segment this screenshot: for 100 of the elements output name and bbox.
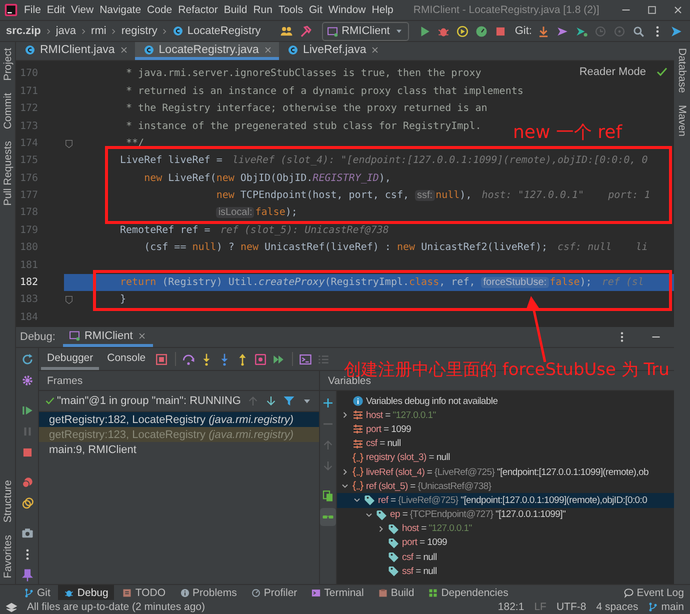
menu-item[interactable]: Code: [147, 4, 172, 16]
menu-item[interactable]: Edit: [46, 4, 66, 16]
menu-item[interactable]: View: [71, 4, 94, 16]
variable-row[interactable]: host = "127.0.0.1": [337, 522, 674, 536]
debug-session-tab[interactable]: RMIClient: [63, 327, 153, 347]
tool-window-button[interactable]: Dependencies: [422, 585, 514, 600]
branch-name[interactable]: main: [661, 601, 684, 613]
file-encoding[interactable]: UTF-8: [556, 601, 586, 613]
line-number: 181: [18, 260, 38, 271]
breadcrumb[interactable]: src.zip: [6, 25, 41, 37]
tool-window-tab[interactable]: Maven: [676, 98, 688, 142]
tool-window-button[interactable]: Profiler: [244, 585, 304, 600]
maximize-icon[interactable]: [646, 4, 658, 16]
tool-window-button[interactable]: Terminal: [305, 585, 370, 600]
line-number: 171: [18, 86, 38, 97]
field-tag-icon: [364, 494, 376, 506]
code-text: return (Registry) Util.createProxy(RegistryImpl.class, ref,: [120, 277, 476, 288]
close-icon[interactable]: [262, 44, 273, 55]
menu-item[interactable]: Build: [224, 4, 248, 16]
variable-entry: port = 1099: [402, 537, 448, 548]
tool-window-tab[interactable]: Pull Requests: [2, 134, 14, 212]
code-text: RemoteRef ref =: [120, 224, 210, 236]
reader-mode-label[interactable]: Reader Mode: [579, 66, 646, 78]
check-icon: [45, 396, 55, 406]
tool-window-tab[interactable]: Database: [676, 42, 688, 99]
tool-window-button[interactable]: Debug: [58, 585, 114, 600]
tool-window-button[interactable]: Git: [18, 585, 56, 600]
stack-frame[interactable]: getRegistry:182, LocateRegistry (java.rmi.registry): [39, 412, 319, 427]
local-variable-icon: [352, 480, 364, 492]
variable-row[interactable]: liveRef (slot_4) = {LiveRef@725} "[endpoint:[127.0.0.1:1099](remote),ob: [337, 464, 674, 480]
tool-window-button[interactable]: Build: [372, 585, 420, 600]
stack-frame[interactable]: main:9, RMIClient: [39, 442, 319, 457]
inline-value-hint: liveRef (slot_4): "[endpoint:[127.0.0.1:1099](remote),objID:[0:0:0, 0: [232, 155, 648, 166]
close-icon[interactable]: [136, 330, 147, 340]
code-text: **/: [125, 138, 144, 149]
close-icon[interactable]: [118, 44, 129, 55]
variable-row[interactable]: port = 1099: [337, 536, 674, 550]
code-text: false);: [255, 207, 298, 218]
editor-tab[interactable]: LocateRegistry.java: [134, 42, 279, 60]
debugger-tab[interactable]: Debugger: [41, 348, 100, 370]
fold-marker-icon[interactable]: [64, 295, 74, 306]
code-text: (csf == null) ? new UnicastRef(liveRef) : new UnicastRef2(liveRef);: [144, 242, 548, 254]
variable-entry: ref (slot_5) = {UnicastRef@738}: [366, 480, 492, 492]
variable-row[interactable]: ep = {TCPEndpoint@727} "[127.0.0.1:1099]": [337, 508, 674, 522]
variable-row[interactable]: csf = null: [337, 550, 674, 564]
menu-item[interactable]: File: [24, 4, 41, 16]
indent-setting[interactable]: 4 spaces: [596, 601, 638, 613]
line-number: 184: [18, 312, 38, 323]
line-number: 183: [18, 294, 38, 306]
menu-item[interactable]: Navigate: [100, 4, 142, 16]
variable-row[interactable]: registry (slot_3) = null: [337, 450, 674, 465]
variable-row[interactable]: Variables debug info not available: [337, 394, 674, 408]
menu-item[interactable]: Help: [372, 4, 394, 16]
thread-selector[interactable]: "main"@1 in group "main": RUNNING: [57, 395, 243, 407]
debugger-tab[interactable]: Console: [101, 348, 152, 370]
tool-window-button[interactable]: Problems: [174, 585, 243, 600]
field-tag-icon: [388, 551, 400, 564]
run-configuration-dropdown[interactable]: RMIClient: [322, 22, 409, 40]
branch-icon: [648, 602, 658, 612]
tool-window-tab[interactable]: Favorites: [2, 528, 14, 584]
breadcrumb[interactable]: registry: [121, 25, 158, 37]
editor-tab[interactable]: RMIClient.java: [16, 42, 135, 60]
breadcrumb[interactable]: java: [56, 25, 76, 37]
close-icon[interactable]: [672, 4, 684, 16]
event-log-button[interactable]: Event Log: [618, 585, 690, 600]
tool-window-button[interactable]: TODO: [116, 585, 172, 600]
variable-row[interactable]: ref (slot_5) = {UnicastRef@738}: [337, 479, 674, 494]
editor-tab[interactable]: LiveRef.java: [278, 42, 386, 60]
variable-row[interactable]: host = "127.0.0.1": [337, 408, 674, 422]
menu-item[interactable]: Git: [308, 4, 322, 16]
parameter-hint: forceStubUse:: [481, 277, 549, 288]
line-number: 177: [18, 190, 38, 202]
caret-position[interactable]: 182:1: [498, 601, 524, 613]
variable-row[interactable]: ssf = null: [337, 564, 674, 578]
menu-item[interactable]: Tools: [278, 4, 303, 16]
tool-window-tab[interactable]: Project: [2, 42, 14, 87]
glasses-icon[interactable]: [320, 508, 336, 526]
breadcrumb[interactable]: LocateRegistry: [187, 25, 261, 37]
class-icon: [286, 44, 299, 56]
breadcrumb[interactable]: rmi: [91, 25, 106, 37]
variable-entry: liveRef (slot_4) = {LiveRef@725} "[endpoint:[127.0.0.1:1099](remote),ob: [366, 466, 648, 478]
code-text: * returned is an instance of a dynamic proxy class that implements: [125, 86, 524, 97]
variable-entry: csf = null: [402, 552, 437, 563]
menu-item[interactable]: Run: [253, 4, 272, 16]
parameter-icon: [352, 409, 364, 422]
menu-item[interactable]: Refactor: [178, 4, 218, 16]
field-tag-icon: [376, 508, 388, 521]
tool-window-tab[interactable]: Commit: [2, 86, 14, 135]
close-icon[interactable]: [370, 44, 380, 55]
line-number: 176: [18, 172, 38, 184]
variable-row[interactable]: ref = {LiveRef@725} "[endpoint:[127.0.0.1:1099](remote),objID:[0:0:0: [337, 493, 674, 508]
variable-row[interactable]: port = 1099: [337, 422, 674, 437]
tool-window-tab[interactable]: Structure: [2, 474, 14, 529]
field-tag-icon: [388, 536, 400, 549]
variable-row[interactable]: csf = null: [337, 436, 674, 451]
grid-icon: [428, 588, 438, 598]
field-tag-icon: [388, 565, 400, 578]
fold-marker-icon[interactable]: [64, 138, 74, 149]
line-number: 180: [18, 242, 38, 254]
menu-item[interactable]: Window: [328, 4, 366, 16]
